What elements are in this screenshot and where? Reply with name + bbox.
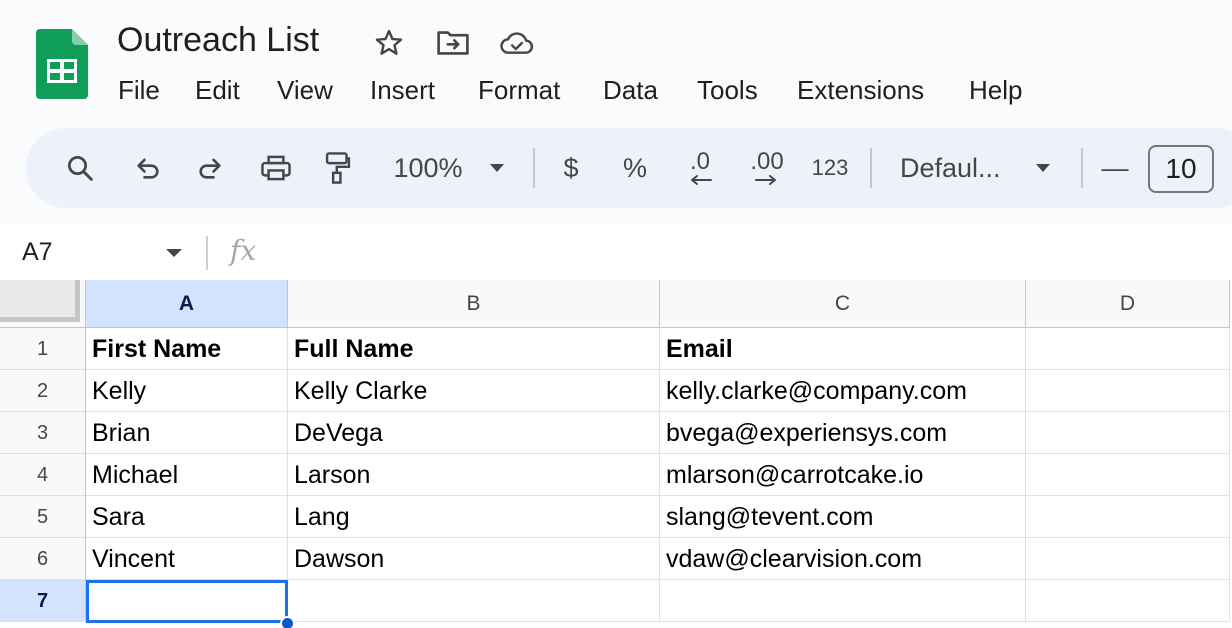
- cell-b2[interactable]: Kelly Clarke: [288, 370, 660, 412]
- toolbar-divider: [533, 148, 535, 188]
- row-header-6[interactable]: 6: [0, 538, 86, 580]
- sheet-grid: A B C D 1 2 3 4 5 6 7 First Name Full Na…: [0, 280, 1232, 628]
- decrease-decimal-label: .0: [689, 148, 710, 175]
- row-header-2[interactable]: 2: [0, 370, 86, 412]
- cell-d1[interactable]: [1026, 328, 1230, 370]
- column-header-d[interactable]: D: [1026, 280, 1230, 328]
- cell-a1[interactable]: First Name: [86, 328, 288, 370]
- star-icon[interactable]: [372, 26, 406, 60]
- decrease-decimal-button[interactable]: .0: [678, 148, 722, 188]
- cell-c5[interactable]: slang@tevent.com: [660, 496, 1026, 538]
- cell-b3[interactable]: DeVega: [288, 412, 660, 454]
- menu-data[interactable]: Data: [603, 70, 658, 110]
- document-title[interactable]: Outreach List: [117, 19, 319, 61]
- toolbar-divider: [1081, 148, 1083, 188]
- cell-d5[interactable]: [1026, 496, 1230, 538]
- cell-d2[interactable]: [1026, 370, 1230, 412]
- formula-input[interactable]: [280, 234, 1220, 270]
- increase-decimal-button[interactable]: .00: [742, 148, 792, 188]
- increase-decimal-label: .00: [750, 148, 784, 175]
- zoom-select[interactable]: 100%: [388, 148, 468, 188]
- arrow-right-icon: [755, 175, 776, 185]
- more-formats-button[interactable]: 123: [806, 148, 854, 188]
- move-to-folder-icon[interactable]: [436, 26, 470, 60]
- active-cell-selection[interactable]: [86, 580, 288, 623]
- fx-icon: fx: [230, 234, 257, 267]
- menu-help[interactable]: Help: [969, 70, 1022, 110]
- print-icon[interactable]: [256, 148, 296, 188]
- cell-b7[interactable]: [288, 580, 660, 622]
- row-header-3[interactable]: 3: [0, 412, 86, 454]
- cell-c3[interactable]: bvega@experiensys.com: [660, 412, 1026, 454]
- select-all-corner[interactable]: [0, 280, 86, 328]
- redo-icon[interactable]: [192, 148, 228, 188]
- row-header-7[interactable]: 7: [0, 580, 86, 622]
- name-box[interactable]: A7: [22, 236, 53, 268]
- column-header-a[interactable]: A: [86, 280, 288, 328]
- cell-c7[interactable]: [660, 580, 1026, 622]
- cell-b6[interactable]: Dawson: [288, 538, 660, 580]
- font-dropdown-icon[interactable]: [1030, 148, 1056, 188]
- cell-b4[interactable]: Larson: [288, 454, 660, 496]
- row-header-4[interactable]: 4: [0, 454, 86, 496]
- cell-d7[interactable]: [1026, 580, 1230, 622]
- undo-icon[interactable]: [130, 148, 166, 188]
- cell-a6[interactable]: Vincent: [86, 538, 288, 580]
- font-family-select[interactable]: Defaul...: [900, 148, 1012, 188]
- cell-c6[interactable]: vdaw@clearvision.com: [660, 538, 1026, 580]
- cloud-saved-icon[interactable]: [500, 26, 534, 60]
- column-header-b[interactable]: B: [288, 280, 660, 328]
- menu-format[interactable]: Format: [478, 70, 560, 110]
- currency-format-button[interactable]: $: [556, 148, 586, 188]
- cell-b5[interactable]: Lang: [288, 496, 660, 538]
- column-header-c[interactable]: C: [660, 280, 1026, 328]
- cell-a3[interactable]: Brian: [86, 412, 288, 454]
- cell-a4[interactable]: Michael: [86, 454, 288, 496]
- row-header-5[interactable]: 5: [0, 496, 86, 538]
- menu-extensions[interactable]: Extensions: [797, 70, 924, 110]
- name-box-dropdown-icon[interactable]: [165, 248, 183, 258]
- decrease-font-size-button[interactable]: —: [1100, 148, 1130, 188]
- percent-format-button[interactable]: %: [620, 148, 650, 188]
- formula-bar: A7 fx: [0, 224, 1232, 280]
- fill-handle[interactable]: [280, 616, 295, 628]
- select-all-marker: [0, 280, 80, 322]
- search-menus-icon[interactable]: [62, 148, 98, 188]
- cell-a2[interactable]: Kelly: [86, 370, 288, 412]
- paint-format-icon[interactable]: [320, 148, 356, 188]
- toolbar-divider: [870, 148, 872, 188]
- top-bar: Outreach List File Edit View Insert Form…: [0, 0, 1232, 224]
- cell-d4[interactable]: [1026, 454, 1230, 496]
- font-size-input[interactable]: 10: [1148, 145, 1214, 193]
- cell-c4[interactable]: mlarson@carrotcake.io: [660, 454, 1026, 496]
- cell-d6[interactable]: [1026, 538, 1230, 580]
- menu-edit[interactable]: Edit: [195, 70, 240, 110]
- zoom-dropdown-icon[interactable]: [484, 148, 510, 188]
- toolbar: 100% $ % .0 .00 123 Defaul... — 10: [26, 128, 1232, 208]
- cell-c1[interactable]: Email: [660, 328, 1026, 370]
- cell-a5[interactable]: Sara: [86, 496, 288, 538]
- menu-file[interactable]: File: [118, 70, 160, 110]
- menu-insert[interactable]: Insert: [370, 70, 435, 110]
- sheets-logo-icon[interactable]: [36, 29, 88, 99]
- cell-c2[interactable]: kelly.clarke@company.com: [660, 370, 1026, 412]
- cell-b1[interactable]: Full Name: [288, 328, 660, 370]
- row-header-1[interactable]: 1: [0, 328, 86, 370]
- menu-view[interactable]: View: [277, 70, 333, 110]
- cell-d3[interactable]: [1026, 412, 1230, 454]
- arrow-left-icon: [691, 175, 712, 185]
- menu-tools[interactable]: Tools: [697, 70, 758, 110]
- formula-bar-divider: [206, 236, 208, 270]
